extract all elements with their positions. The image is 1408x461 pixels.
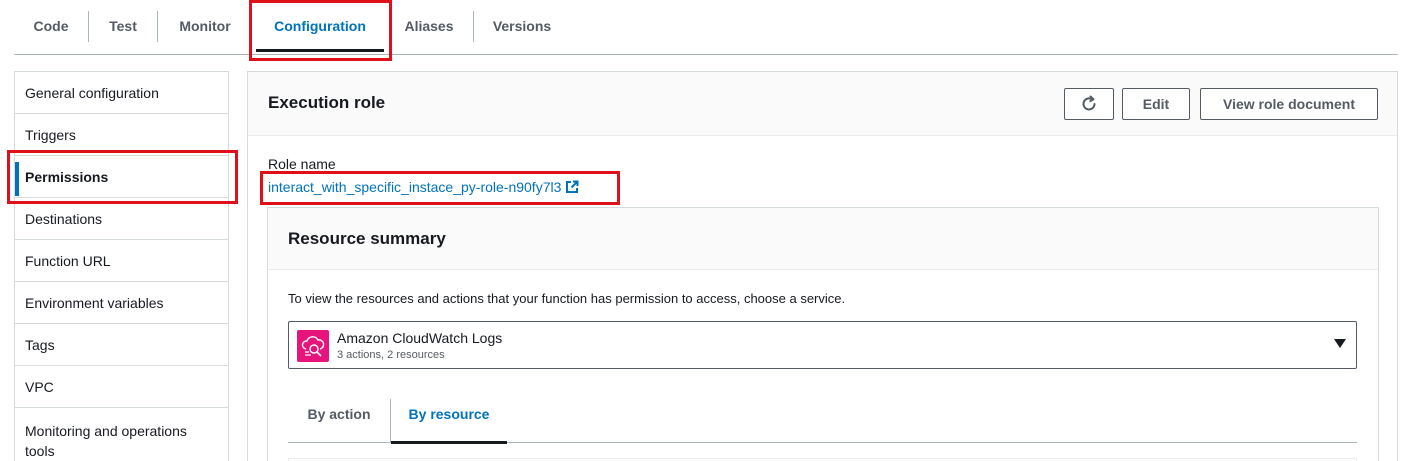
resource-summary-title: Resource summary [288,229,446,248]
tab-aliases[interactable]: Aliases [400,0,458,54]
caret-down-icon [1334,339,1346,348]
sidebar-item-label: Environment variables [25,295,164,311]
tab-by-action-label: By action [307,406,371,422]
tab-divider [473,11,474,42]
tab-divider [88,11,89,42]
sidebar-item-label: Tags [25,337,55,353]
tab-versions[interactable]: Versions [488,0,556,54]
sidebar-item-permissions[interactable]: Permissions [15,156,228,198]
tab-code[interactable]: Code [28,0,74,54]
panel-header: Execution role Edit View role document [248,72,1397,136]
external-link-icon [566,180,579,193]
tab-aliases-label: Aliases [404,18,454,34]
refresh-icon [1082,95,1096,111]
tab-bar: Code Test Monitor Configuration Aliases … [14,0,1398,55]
tab-monitor[interactable]: Monitor [172,0,238,54]
tab-by-action[interactable]: By action [288,393,390,443]
tab-divider [157,11,158,42]
resource-summary-description: To view the resources and actions that y… [288,291,846,306]
role-name-label: Role name [268,156,336,172]
tab-test[interactable]: Test [100,0,146,54]
role-name-link[interactable]: interact_with_specific_instace_py-role-n… [268,179,579,195]
sidebar-item-destinations[interactable]: Destinations [15,198,228,240]
refresh-button[interactable] [1064,88,1114,120]
sidebar-item-general-configuration[interactable]: General configuration [15,72,228,114]
tab-versions-label: Versions [492,18,552,34]
panel-title: Execution role [268,93,386,112]
service-detail: 3 actions, 2 resources [337,349,445,361]
execution-role-panel: Execution role Edit View role document R… [247,71,1398,461]
active-tab-indicator [391,441,507,444]
sidebar-item-label: VPC [25,379,54,395]
tab-code-label: Code [33,18,69,34]
sidebar-item-label: Function URL [25,253,111,269]
tab-test-label: Test [109,18,137,34]
service-select[interactable]: Amazon CloudWatch Logs 3 actions, 2 reso… [288,321,1357,369]
cloudwatch-logs-icon [297,330,329,362]
resource-view-tabs: By action By resource [288,393,1357,444]
tab-divider [250,11,251,42]
sidebar-item-label: Destinations [25,211,103,227]
sidebar-item-label: Triggers [25,127,76,143]
tab-configuration[interactable]: Configuration [256,0,384,54]
sidebar-item-function-url[interactable]: Function URL [15,240,228,282]
sidebar-item-triggers[interactable]: Triggers [15,114,228,156]
tab-monitor-label: Monitor [179,18,231,34]
tab-by-resource[interactable]: By resource [391,393,507,444]
edit-button[interactable]: Edit [1122,88,1190,120]
active-tab-indicator [256,49,384,52]
sidebar-item-tags[interactable]: Tags [15,324,228,366]
sidebar-item-monitoring-tools[interactable]: Monitoring and operations tools [15,408,228,461]
view-role-document-button[interactable]: View role document [1200,88,1378,120]
service-name: Amazon CloudWatch Logs [337,330,503,346]
tab-configuration-label: Configuration [274,18,366,34]
sidebar-item-environment-variables[interactable]: Environment variables [15,282,228,324]
role-name-text: interact_with_specific_instace_py-role-n… [268,179,562,195]
configuration-sidebar: General configuration Triggers Permissio… [14,71,229,461]
resource-summary-header: Resource summary [268,208,1378,270]
sidebar-item-label: General configuration [25,85,159,101]
sidebar-item-label: Monitoring and operations tools [25,423,187,459]
sidebar-item-label: Permissions [25,169,109,185]
tab-by-resource-label: By resource [408,406,490,422]
tab-divider [389,11,390,42]
resource-summary-panel: Resource summary To view the resources a… [267,207,1379,461]
sidebar-item-vpc[interactable]: VPC [15,366,228,408]
